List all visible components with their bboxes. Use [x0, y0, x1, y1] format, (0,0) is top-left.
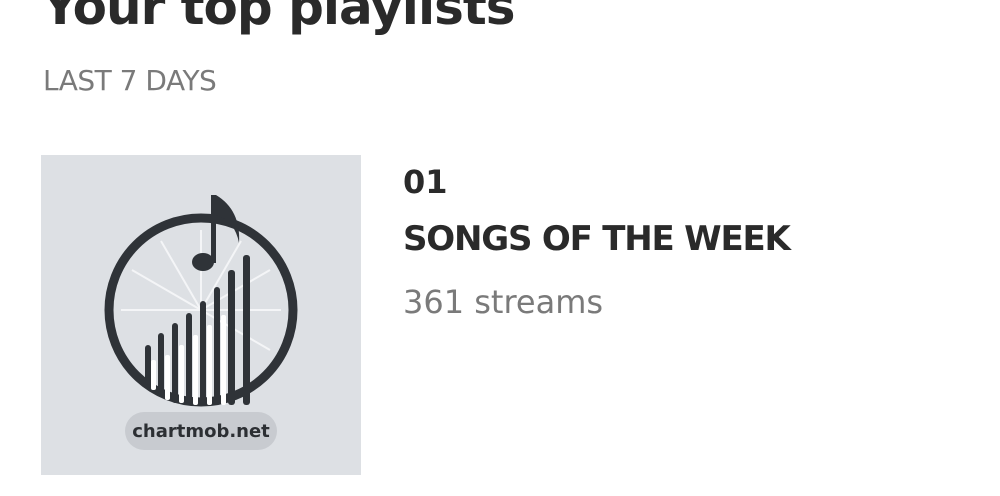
stream-count: 361 streams — [403, 283, 604, 321]
playlist-title[interactable]: SONGS OF THE WEEK — [403, 219, 791, 259]
cover-site-label: chartmob.net — [125, 412, 277, 450]
page-title: Your top playlists — [42, 0, 516, 36]
playlist-cover-image[interactable]: chartmob.net — [41, 155, 361, 475]
time-period-label: LAST 7 DAYS — [43, 64, 217, 97]
playlist-rank: 01 — [403, 163, 448, 201]
playlist-item[interactable]: chartmob.net 01 SONGS OF THE WEEK 361 st… — [0, 155, 1000, 475]
